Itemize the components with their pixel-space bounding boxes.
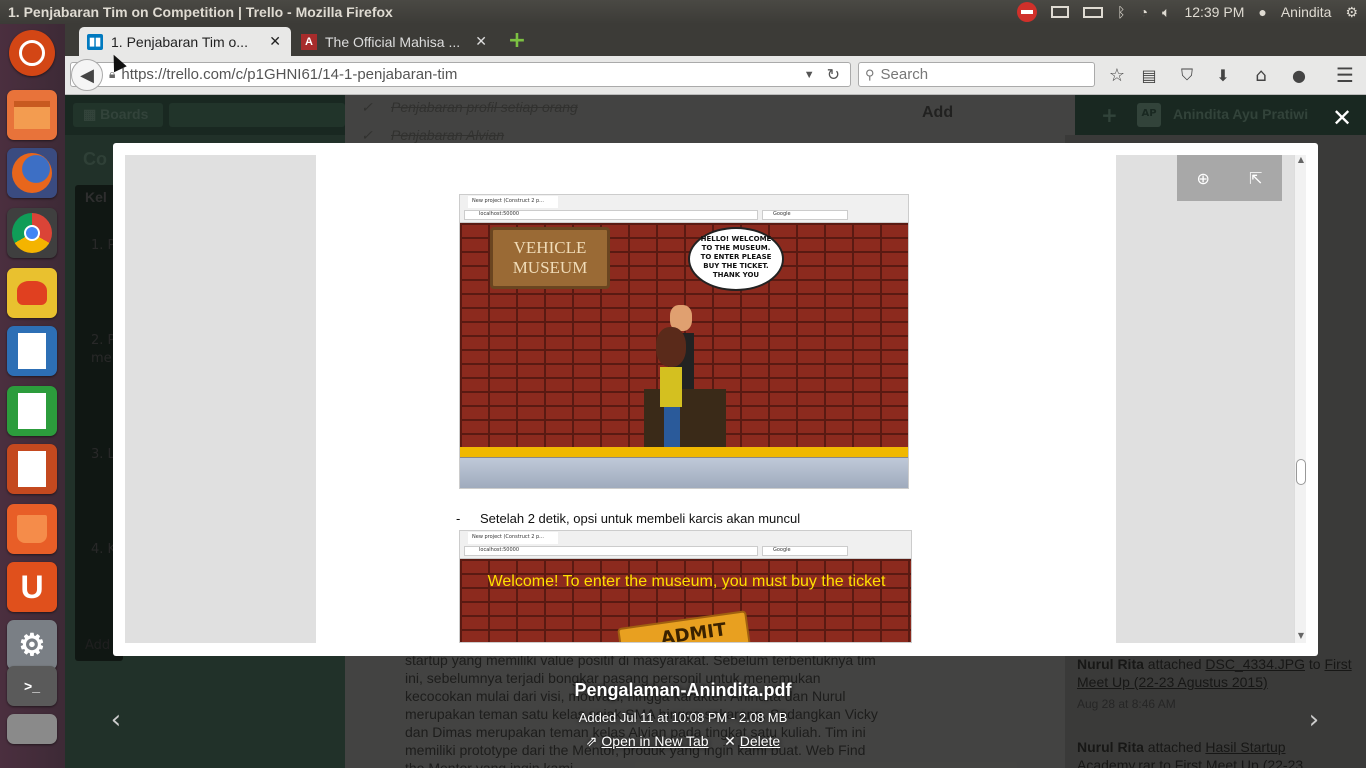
settings-icon[interactable]: ⚙ — [7, 620, 57, 670]
vertical-scrollbar[interactable]: ▲ ▼ — [1294, 155, 1306, 643]
volume-icon[interactable]: 🔈︎ — [1162, 4, 1170, 21]
attachment-caption: Pengalaman-Anindita.pdf Added Jul 11 at … — [0, 680, 1366, 750]
tab-label: 1. Penjabaran Tim o... — [111, 33, 248, 50]
attachment-meta: Added Jul 11 at 10:08 PM - 2.08 MB — [578, 710, 788, 725]
brick-wall-scene: Welcome! To enter the museum, you must b… — [460, 559, 911, 643]
scroll-up-arrow-icon[interactable]: ▲ — [1296, 155, 1306, 167]
floor-stripe — [460, 447, 908, 457]
wifi-icon[interactable]: ◔ — [1140, 4, 1148, 20]
clock[interactable]: 12:39 PM — [1184, 4, 1244, 20]
ubuntu-one-icon[interactable]: U — [7, 562, 57, 612]
bullet-text: Setelah 2 detik, opsi untuk membeli karc… — [480, 511, 801, 526]
screenshot-url: localhost:50000 — [464, 546, 758, 556]
open-new-tab-link[interactable]: ⇗ Open in New Tab — [586, 733, 709, 749]
window-title: 1. Penjabaran Tim on Competition | Trell… — [8, 4, 393, 20]
ticket-text: ADMIT — [659, 619, 728, 643]
pdf-viewer: New project (Construct 2 p... localhost:… — [125, 155, 1306, 643]
download-icon[interactable]: ⬇ — [1211, 64, 1235, 86]
speech-text: HELLO! WELCOME TO THE MUSEUM. TO ENTER P… — [700, 235, 772, 279]
url-text[interactable]: https://trello.com/c/p1GHNI61/14-1-penja… — [121, 66, 803, 83]
screenshot-browser-chrome: New project (Construct 2 p... localhost:… — [460, 195, 908, 223]
a-letter-icon: A — [301, 33, 317, 50]
files-icon[interactable] — [7, 90, 57, 140]
software-center-icon[interactable] — [7, 504, 57, 554]
menu-icon[interactable]: ☰ — [1333, 63, 1357, 87]
pdf-page: New project (Construct 2 p... localhost:… — [316, 155, 1116, 643]
bookmark-star-icon[interactable]: ☆ — [1105, 64, 1129, 86]
delete-link[interactable]: ✕ Delete — [724, 733, 780, 749]
attachment-actions: ⇗ Open in New Tab ✕ Delete — [0, 733, 1366, 750]
attachment-preview: New project (Construct 2 p... localhost:… — [113, 143, 1318, 656]
museum-sign: VEHICLE MUSEUM — [490, 227, 610, 289]
woman-figure — [656, 327, 690, 455]
screenshot-tab: New project (Construct 2 p... — [468, 196, 558, 208]
gear-icon[interactable]: ⚙ — [1345, 4, 1358, 21]
embedded-screenshot: New project (Construct 2 p... localhost:… — [459, 194, 909, 489]
scroll-thumb[interactable] — [1296, 459, 1306, 485]
launcher: U ⚙ >_ — [0, 24, 65, 768]
ubuntu-dash-icon[interactable] — [9, 30, 55, 76]
battery-icon[interactable] — [1083, 6, 1104, 18]
screenshot-url: localhost:50000 — [464, 210, 758, 220]
tab-trello[interactable]: ▮▮ 1. Penjabaran Tim o... ✕ — [79, 27, 291, 56]
firefox-icon[interactable] — [7, 148, 57, 198]
close-icon: ✕ — [724, 733, 736, 749]
dropdown-arrow-icon[interactable]: ▼ — [804, 69, 815, 81]
welcome-banner: Welcome! To enter the museum, you must b… — [487, 573, 886, 590]
sign-text: VEHICLE MUSEUM — [512, 238, 588, 277]
zoom-in-icon[interactable]: ⊕ — [1197, 169, 1210, 188]
search-input[interactable]: ⚲ Search — [858, 62, 1095, 87]
brick-wall-scene: VEHICLE MUSEUM HELLO! WELCOME TO THE MUS… — [460, 223, 908, 457]
system-tray: ᛒ ◔ 🔈︎ 12:39 PM ● Anindita ⚙ — [1017, 2, 1366, 22]
reload-icon[interactable]: ↻ — [827, 65, 840, 85]
calc-icon[interactable] — [7, 386, 57, 436]
trello-icon: ▮▮ — [87, 33, 103, 50]
writer-icon[interactable] — [7, 326, 57, 376]
screenshot-search: Google — [762, 210, 848, 220]
bullet-dash: - — [456, 511, 461, 526]
mail-icon[interactable] — [1051, 6, 1070, 18]
open-new-tab-label[interactable]: Open in New Tab — [601, 733, 708, 749]
chrome-icon[interactable] — [7, 208, 57, 258]
search-icon: ⚲ — [865, 66, 875, 82]
screenshot-browser-chrome: New project (Construct 2 p... localhost:… — [460, 531, 911, 559]
gaming-icon[interactable] — [7, 268, 57, 318]
delete-label[interactable]: Delete — [740, 733, 780, 749]
screenshot-search: Google — [762, 546, 848, 556]
tab-mahisa[interactable]: A The Official Mahisa ... ✕ — [293, 27, 497, 56]
pdf-text-line: - Setelah 2 detik, opsi untuk membeli kar… — [456, 511, 800, 526]
tab-label: The Official Mahisa ... — [325, 33, 461, 50]
url-bar[interactable]: 🔒︎ https://trello.com/c/p1GHNI61/14-1-pe… — [70, 62, 851, 87]
chat-icon[interactable]: ● — [1287, 64, 1311, 86]
close-icon[interactable]: ✕ — [269, 33, 281, 50]
close-icon[interactable]: ✕ — [475, 33, 487, 50]
user-name[interactable]: Anindita — [1281, 4, 1332, 20]
attachment-filename: Pengalaman-Anindita.pdf — [574, 680, 792, 700]
screenshot-taskbar — [460, 457, 908, 488]
home-icon[interactable]: ⌂ — [1249, 64, 1273, 86]
impress-icon[interactable] — [7, 444, 57, 494]
bluetooth-icon[interactable]: ᛒ — [1117, 4, 1125, 20]
no-entry-icon[interactable] — [1017, 2, 1038, 22]
ticket-graphic: ADMIT — [617, 610, 753, 643]
tab-bar: ▮▮ 1. Penjabaran Tim o... ✕ A The Offici… — [65, 24, 1366, 56]
external-link-icon: ⇗ — [585, 733, 598, 749]
close-overlay-icon[interactable]: ✕ — [1330, 104, 1354, 132]
popout-icon[interactable]: ⇱ — [1249, 169, 1262, 188]
viewer-toolbar: ⊕ ⇱ — [1177, 155, 1282, 201]
scroll-down-arrow-icon[interactable]: ▼ — [1296, 631, 1306, 643]
search-placeholder: Search — [880, 66, 929, 83]
reading-list-icon[interactable]: ▤ — [1137, 64, 1161, 86]
user-icon: ● — [1258, 4, 1267, 20]
top-panel: 1. Penjabaran Tim on Competition | Trell… — [0, 0, 1366, 24]
new-tab-plus-icon[interactable]: + — [507, 28, 527, 53]
embedded-screenshot: New project (Construct 2 p... localhost:… — [459, 530, 912, 643]
screenshot-tab: New project (Construct 2 p... — [468, 532, 558, 544]
speech-bubble: HELLO! WELCOME TO THE MUSEUM. TO ENTER P… — [688, 227, 784, 291]
nav-bar: ◀ 🔒︎ https://trello.com/c/p1GHNI61/14-1-… — [65, 56, 1366, 95]
pocket-icon[interactable]: ⛉ — [1175, 64, 1199, 86]
back-arrow-icon[interactable]: ◀ — [71, 59, 103, 91]
